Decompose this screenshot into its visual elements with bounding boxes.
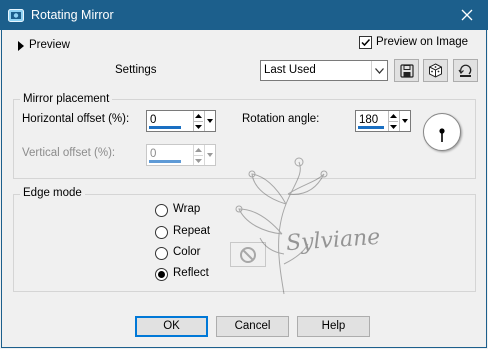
rotation-angle-value: 180 <box>359 114 379 126</box>
reset-button[interactable] <box>453 59 478 82</box>
color-radio[interactable] <box>155 247 168 260</box>
rotation-angle-slider-toggle[interactable] <box>399 111 409 131</box>
preview-label: Preview <box>29 39 70 51</box>
reset-icon <box>458 64 472 77</box>
edge-mode-color[interactable]: Color <box>155 246 215 262</box>
close-icon <box>461 9 473 21</box>
horizontal-offset-label: Horizontal offset (%): <box>22 113 130 125</box>
dial-needle-icon <box>439 128 445 142</box>
rotation-angle-spinbox[interactable]: 180 <box>355 110 411 132</box>
rotation-angle-label: Rotation angle: <box>242 113 320 125</box>
horizontal-offset-value: 0 <box>150 114 157 126</box>
app-icon <box>8 7 24 23</box>
settings-dropdown[interactable]: Last Used <box>260 60 388 81</box>
triangle-right-icon <box>18 41 24 51</box>
arrow-down-icon <box>195 124 202 129</box>
randomize-dice-icon <box>429 63 442 78</box>
arrow-up-icon <box>195 114 202 118</box>
mirror-placement-title: Mirror placement <box>20 93 113 105</box>
arrow-up-icon <box>195 148 202 152</box>
checkmark-icon <box>361 38 371 47</box>
edge-mode-wrap[interactable]: Wrap <box>155 203 215 219</box>
horizontal-offset-bar <box>149 126 181 129</box>
arrow-down-icon <box>195 158 202 163</box>
vertical-offset-bar <box>149 160 181 163</box>
rotation-angle-bar <box>358 126 384 129</box>
vertical-offset-stepper[interactable] <box>193 145 203 165</box>
settings-label: Settings <box>115 64 157 76</box>
arrow-down-icon <box>390 124 397 129</box>
color-swatch[interactable] <box>230 242 266 267</box>
preview-on-image-label: Preview on Image <box>376 36 469 48</box>
dropdown-arrow[interactable] <box>371 61 387 80</box>
reflect-label: Reflect <box>173 267 209 279</box>
window-title: Rotating Mirror <box>31 8 114 22</box>
save-preset-icon <box>399 63 414 78</box>
vertical-offset-slider-toggle[interactable] <box>204 145 214 165</box>
ok-button[interactable]: OK <box>135 316 208 337</box>
horizontal-offset-slider-toggle[interactable] <box>204 111 214 131</box>
no-color-icon <box>240 246 256 263</box>
cancel-button[interactable]: Cancel <box>216 316 289 337</box>
arrow-down-icon <box>401 119 408 123</box>
reflect-radio[interactable] <box>155 268 168 281</box>
vertical-offset-spinbox[interactable]: 0 <box>146 144 216 166</box>
arrow-up-icon <box>390 114 397 118</box>
edge-mode-reflect[interactable]: Reflect <box>155 267 225 283</box>
vertical-offset-value: 0 <box>150 148 157 160</box>
chevron-down-icon <box>375 67 384 74</box>
preview-on-image-checkbox[interactable] <box>359 36 372 49</box>
dialog-body: Preview Preview on Image Settings Last U… <box>1 30 487 348</box>
settings-value: Last Used <box>264 64 316 76</box>
color-label: Color <box>173 246 201 258</box>
wrap-label: Wrap <box>173 203 201 215</box>
randomize-button[interactable] <box>423 59 448 82</box>
edge-mode-repeat[interactable]: Repeat <box>155 225 225 241</box>
arrow-down-icon <box>206 119 213 123</box>
horizontal-offset-stepper[interactable] <box>193 111 203 131</box>
save-preset-button[interactable] <box>394 59 419 82</box>
rotation-angle-stepper[interactable] <box>388 111 398 131</box>
close-button[interactable] <box>446 0 488 30</box>
vertical-offset-label: Vertical offset (%): <box>22 147 116 159</box>
wrap-radio[interactable] <box>155 204 168 217</box>
preview-toggle[interactable]: Preview <box>16 39 86 55</box>
help-button[interactable]: Help <box>297 316 370 337</box>
repeat-radio[interactable] <box>155 226 168 239</box>
title-bar: Rotating Mirror <box>0 0 488 30</box>
horizontal-offset-spinbox[interactable]: 0 <box>146 110 216 132</box>
repeat-label: Repeat <box>173 225 211 237</box>
edge-mode-title: Edge mode <box>20 187 85 199</box>
arrow-down-icon <box>206 153 213 157</box>
rotation-dial[interactable] <box>423 113 461 151</box>
